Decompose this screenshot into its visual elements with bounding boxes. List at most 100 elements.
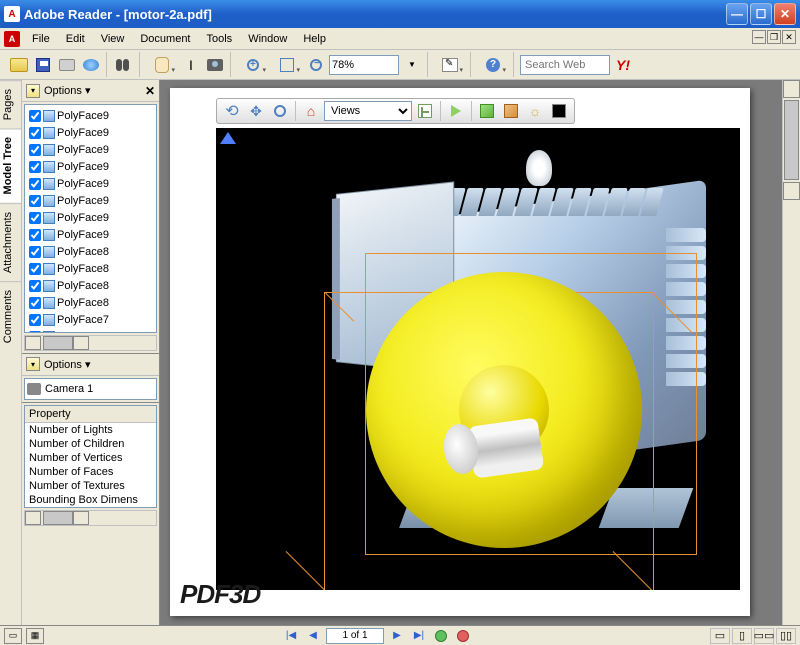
model-tree-list[interactable]: PolyFace9PolyFace9PolyFace9PolyFace9Poly… xyxy=(24,104,157,333)
tree-item[interactable]: PolyFace7 xyxy=(27,328,154,333)
props-horizontal-scrollbar[interactable] xyxy=(24,510,157,526)
tree-checkbox[interactable] xyxy=(29,263,41,275)
tree-item[interactable]: PolyFace9 xyxy=(27,175,154,192)
options-menu[interactable]: Options ▾ xyxy=(44,84,141,97)
tree-checkbox[interactable] xyxy=(29,212,41,224)
search-button[interactable] xyxy=(113,54,135,76)
tree-item[interactable]: PolyFace9 xyxy=(27,141,154,158)
mdi-restore-button[interactable]: ❐ xyxy=(767,30,781,44)
mdi-close-button[interactable]: ✕ xyxy=(782,30,796,44)
menu-document[interactable]: Document xyxy=(132,31,198,47)
menu-edit[interactable]: Edit xyxy=(58,31,93,47)
property-row: Number of Children xyxy=(25,437,156,451)
tree-checkbox[interactable] xyxy=(29,161,41,173)
pan-tool-button[interactable]: ✥ xyxy=(245,101,267,121)
tree-checkbox[interactable] xyxy=(29,280,41,292)
minimize-button[interactable]: — xyxy=(726,3,748,25)
tree-item[interactable]: PolyFace8 xyxy=(27,294,154,311)
viewport-3d[interactable] xyxy=(216,128,740,590)
mdi-controls: — ❐ ✕ xyxy=(752,30,796,44)
tree-item[interactable]: PolyFace9 xyxy=(27,124,154,141)
menu-view[interactable]: View xyxy=(93,31,133,47)
last-page-button[interactable]: ▶| xyxy=(410,628,428,644)
zoom-dropdown-button[interactable]: ▼ xyxy=(401,54,423,76)
menu-tools[interactable]: Tools xyxy=(199,31,241,47)
background-color-button[interactable] xyxy=(548,101,570,121)
tree-item[interactable]: PolyFace8 xyxy=(27,260,154,277)
tree-item[interactable]: PolyFace9 xyxy=(27,226,154,243)
zoom-in-button[interactable] xyxy=(237,54,269,76)
tree-checkbox[interactable] xyxy=(29,246,41,258)
close-button[interactable]: ✕ xyxy=(774,3,796,25)
tree-item[interactable]: PolyFace8 xyxy=(27,243,154,260)
tree-item[interactable]: PolyFace9 xyxy=(27,158,154,175)
mdi-minimize-button[interactable]: — xyxy=(752,30,766,44)
camera-list[interactable]: Camera 1 xyxy=(24,378,157,400)
tab-comments[interactable]: Comments xyxy=(0,281,21,351)
play-animation-button[interactable] xyxy=(445,101,467,121)
tree-checkbox[interactable] xyxy=(29,314,41,326)
camera-menu-button[interactable]: ▾ xyxy=(26,357,40,371)
tree-checkbox[interactable] xyxy=(29,331,41,333)
select-tool-button[interactable]: I xyxy=(180,54,202,76)
tab-attachments[interactable]: Attachments xyxy=(0,203,21,281)
print-button[interactable] xyxy=(56,54,78,76)
tab-pages[interactable]: Pages xyxy=(0,80,21,128)
menu-window[interactable]: Window xyxy=(240,31,295,47)
snapshot-button[interactable] xyxy=(204,54,226,76)
first-page-button[interactable]: |◀ xyxy=(282,628,300,644)
menu-file[interactable]: File xyxy=(24,31,58,47)
tree-item[interactable]: PolyFace9 xyxy=(27,192,154,209)
continuous-facing-button[interactable]: ▯▯ xyxy=(776,628,796,644)
single-page-button[interactable]: ▭ xyxy=(710,628,730,644)
help-button[interactable]: ? xyxy=(477,54,509,76)
zoom-out-button[interactable] xyxy=(305,54,327,76)
tree-horizontal-scrollbar[interactable] xyxy=(24,335,157,351)
menu-help[interactable]: Help xyxy=(295,31,334,47)
open-button[interactable] xyxy=(8,54,30,76)
email-button[interactable] xyxy=(80,54,102,76)
continuous-button[interactable]: ▯ xyxy=(732,628,752,644)
web-search-input[interactable] xyxy=(520,55,610,75)
zoom-level-select[interactable] xyxy=(329,55,399,75)
zoom-fit-button[interactable] xyxy=(271,54,303,76)
hand-tool-button[interactable] xyxy=(146,54,178,76)
page-thumbnails-button[interactable]: ▦ xyxy=(26,628,44,644)
sign-icon xyxy=(442,58,458,72)
facing-button[interactable]: ▭▭ xyxy=(754,628,774,644)
camera-options-menu[interactable]: Options ▾ xyxy=(44,358,155,371)
tree-checkbox[interactable] xyxy=(29,127,41,139)
lighting-button[interactable]: ☼ xyxy=(524,101,546,121)
nav-back-button[interactable] xyxy=(432,628,450,644)
render-mode2-button[interactable] xyxy=(500,101,522,121)
zoom-3d-button[interactable] xyxy=(269,101,291,121)
document-vertical-scrollbar[interactable] xyxy=(782,80,800,625)
panel-close-button[interactable]: ✕ xyxy=(145,84,155,98)
page-number-display[interactable]: 1 of 1 xyxy=(326,628,384,644)
tree-checkbox[interactable] xyxy=(29,195,41,207)
rotate-tool-button[interactable]: ⟲ xyxy=(221,101,243,121)
home-view-button[interactable]: ⌂ xyxy=(300,101,322,121)
render-mode-button[interactable] xyxy=(476,101,498,121)
yahoo-search-button[interactable]: Y! xyxy=(612,54,634,76)
page-layout-button[interactable]: ▭ xyxy=(4,628,22,644)
tree-checkbox[interactable] xyxy=(29,297,41,309)
tree-item[interactable]: PolyFace8 xyxy=(27,277,154,294)
tab-model-tree[interactable]: Model Tree xyxy=(0,128,21,202)
panel-menu-button[interactable]: ▾ xyxy=(26,84,40,98)
nav-forward-button[interactable] xyxy=(454,628,472,644)
tree-checkbox[interactable] xyxy=(29,178,41,190)
tree-item[interactable]: PolyFace7 xyxy=(27,311,154,328)
tree-checkbox[interactable] xyxy=(29,144,41,156)
prev-page-button[interactable]: ◀ xyxy=(304,628,322,644)
next-page-button[interactable]: ▶ xyxy=(388,628,406,644)
views-select[interactable]: Views xyxy=(324,101,412,121)
save-button[interactable] xyxy=(32,54,54,76)
model-tree-toggle-button[interactable] xyxy=(414,101,436,121)
tree-checkbox[interactable] xyxy=(29,229,41,241)
tree-checkbox[interactable] xyxy=(29,110,41,122)
sign-button[interactable] xyxy=(434,54,466,76)
tree-item[interactable]: PolyFace9 xyxy=(27,107,154,124)
maximize-button[interactable]: ☐ xyxy=(750,3,772,25)
tree-item[interactable]: PolyFace9 xyxy=(27,209,154,226)
